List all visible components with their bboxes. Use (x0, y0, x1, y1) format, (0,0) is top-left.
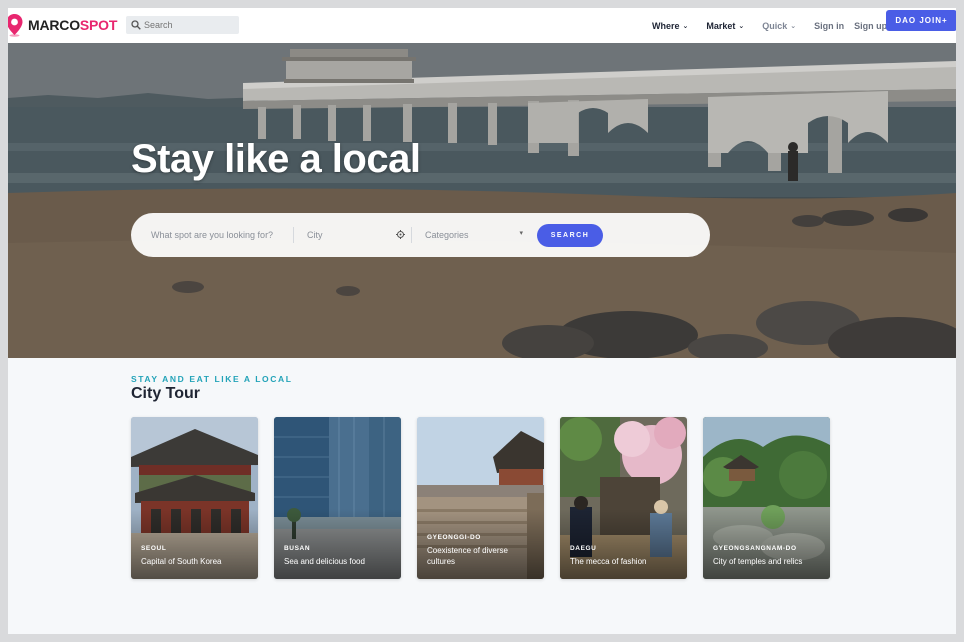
logo-text-accent: SPOT (79, 17, 118, 33)
signup-link[interactable]: Sign up (854, 21, 887, 31)
city-field-placeholder: City (307, 230, 323, 240)
dao-join-button[interactable]: DAO JOIN+ (886, 10, 956, 31)
city-desc: Sea and delicious food (284, 557, 365, 566)
hero-title: Stay like a local (131, 137, 421, 181)
city-desc: Capital of South Korea (141, 557, 222, 566)
card-shade (131, 509, 258, 579)
city-field[interactable]: City (294, 227, 412, 243)
hero-search-bar: What spot are you looking for? City Cate… (131, 213, 710, 257)
caret-down-icon: ▾ (519, 230, 523, 237)
signin-link[interactable]: Sign in (814, 21, 844, 31)
page-frame: MARCOSPOT Where⌄ Market⌄ Quick⌄ Sign in … (8, 8, 956, 634)
card-shade (560, 509, 687, 579)
city-cards: SEOUL Capital of South Korea BUSAN Sea a… (131, 417, 846, 579)
locate-icon[interactable] (396, 230, 405, 239)
hero-banner: Stay like a local What spot are you look… (8, 43, 956, 358)
city-card-busan[interactable]: BUSAN Sea and delicious food (274, 417, 401, 579)
map-pin-icon (8, 13, 24, 37)
nav-quick-label: Quick (762, 20, 788, 31)
section-eyebrow: STAY AND EAT LIKE A LOCAL (131, 374, 293, 384)
nav-where-label: Where (652, 20, 680, 31)
categories-select-value: Categories (425, 230, 469, 240)
chevron-down-icon: ⌄ (790, 22, 797, 30)
city-name: SEOUL (141, 545, 167, 552)
card-shade (274, 509, 401, 579)
city-name: BUSAN (284, 545, 311, 552)
card-shade (703, 509, 830, 579)
logo[interactable]: MARCOSPOT (8, 13, 120, 37)
nav-market-label: Market (706, 20, 736, 31)
chevron-down-icon: ⌄ (738, 22, 745, 30)
nav-market[interactable]: Market ⌄ (706, 21, 744, 31)
section-title: City Tour (131, 385, 201, 402)
nav-quick[interactable]: Quick ⌄ (762, 21, 796, 31)
city-name: GYEONGGI-DO (427, 534, 481, 541)
city-card-gyeongsangnam[interactable]: GYEONGSANGNAM-DO City of temples and rel… (703, 417, 830, 579)
city-name: DAEGU (570, 545, 597, 552)
hero-search-button[interactable]: SEARCH (537, 223, 603, 247)
city-desc: Coexistence of diverse cultures (427, 546, 508, 566)
categories-select[interactable]: Categories ▾ (412, 227, 537, 243)
city-card-gyeonggi[interactable]: GYEONGGI-DO Coexistence of diverse cultu… (417, 417, 544, 579)
header-search-input[interactable] (144, 20, 234, 30)
chevron-down-icon: ⌄ (682, 22, 689, 30)
city-desc: The mecca of fashion (570, 557, 647, 566)
what-spot-field[interactable]: What spot are you looking for? (131, 227, 294, 243)
city-name: GYEONGSANGNAM-DO (713, 545, 797, 552)
card-shade (417, 509, 544, 579)
logo-text: MARCOSPOT (28, 17, 117, 33)
city-desc: City of temples and relics (713, 557, 803, 566)
header-search[interactable] (126, 16, 239, 34)
nav-where[interactable]: Where ⌄ (652, 21, 688, 31)
city-card-seoul[interactable]: SEOUL Capital of South Korea (131, 417, 258, 579)
hero-image (8, 43, 956, 358)
logo-text-main: MARCO (28, 17, 80, 33)
city-card-daegu[interactable]: DAEGU The mecca of fashion (560, 417, 687, 579)
search-icon (131, 20, 141, 30)
